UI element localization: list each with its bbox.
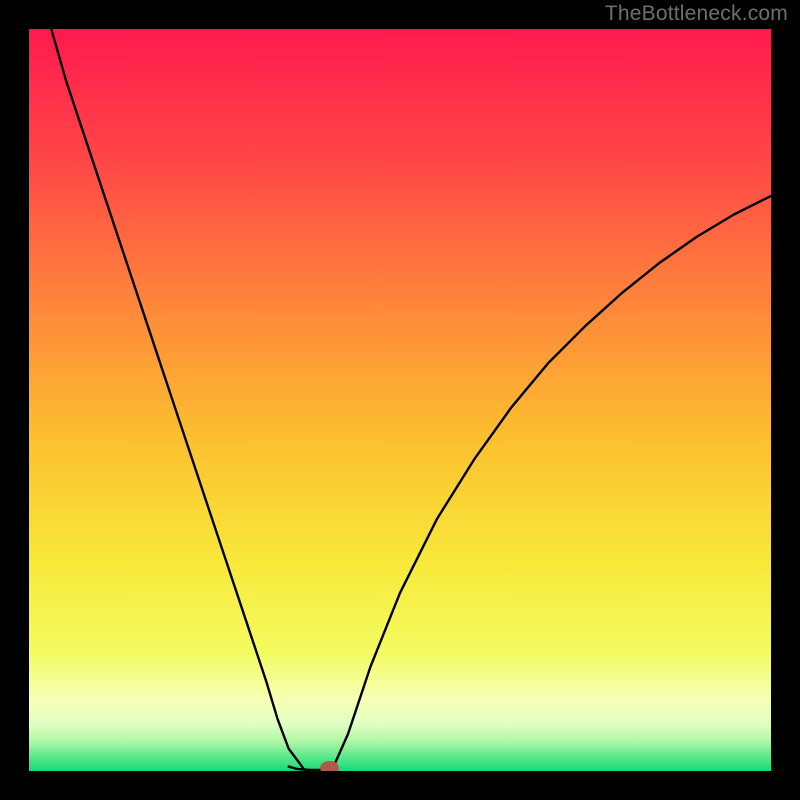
chart-frame: TheBottleneck.com <box>0 0 800 800</box>
optimal-point-marker <box>321 761 339 771</box>
watermark-text: TheBottleneck.com <box>605 2 788 26</box>
bottleneck-chart <box>29 29 771 771</box>
plot-background <box>29 29 771 771</box>
